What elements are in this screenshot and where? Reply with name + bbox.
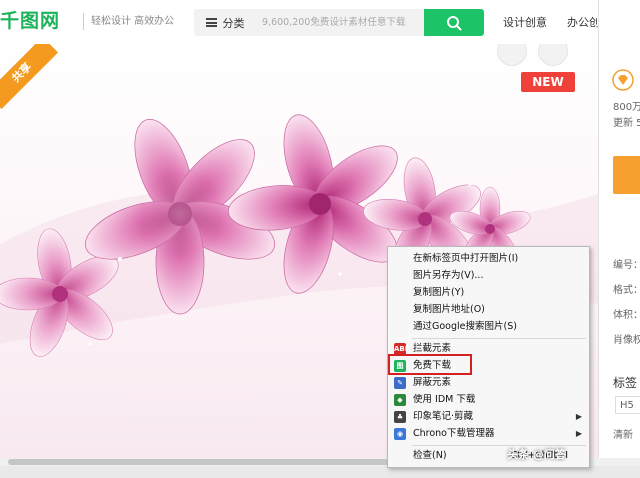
search-button[interactable] [424,9,484,36]
context-menu-item-label: 检查(N) [413,450,447,461]
field-id-label: 编号： [613,260,640,271]
context-menu-item-label: 拦截元素 [413,343,452,354]
category-menu-button[interactable]: 分类 [194,9,256,36]
context-menu-item-label: 通过Google搜索图片(S) [413,321,517,332]
site-logo[interactable]: 千图网 [0,8,60,34]
context-menu-item-label: 印象笔记·剪藏 [413,411,474,422]
context-menu-item-label: 在新标签页中打开图片(I) [413,253,519,264]
vip-diamond-icon [612,69,634,91]
context-menu-item-label: 图片另存为(V)... [413,270,484,281]
context-menu-item[interactable]: ◉ Chrono下载管理器 ▶ [389,426,588,442]
context-menu-item-label: 复制图片(Y) [413,287,465,298]
context-menu-item[interactable]: 复制图片(Y) [389,285,588,301]
context-menu-item[interactable]: 通过Google搜索图片(S) [389,319,588,335]
context-menu-item-label: 复制图片地址(O) [413,304,485,315]
context-menu-item[interactable]: ◆ 使用 IDM 下载 [389,392,588,408]
context-menu-item[interactable]: 在新标签页中打开图片(I) [389,251,588,267]
menu-separator [412,338,586,339]
submenu-arrow-icon: ▶ [575,412,582,421]
context-menu-item[interactable]: 图片另存为(V)... [389,268,588,284]
search-input[interactable] [256,9,424,36]
highlight-annotation [388,354,472,375]
sidebar-stat-count: 800万 [613,102,640,113]
tag-link[interactable]: 清新 [613,426,633,441]
field-format-label: 格式： [613,285,640,296]
tags-title: 标签 [613,376,638,390]
tag-chip[interactable]: H5 [615,396,640,414]
context-menu-item-label: 使用 IDM 下载 [413,394,476,405]
context-menu-item[interactable]: ♣ 印象笔记·剪藏 ▶ [389,409,588,425]
context-menu-item-label: Chrono下载管理器 [413,428,495,439]
chrono-icon: ◉ [394,428,406,440]
field-portrait-label: 肖像权 [613,335,640,346]
detail-sidebar: 800万 更新 5 编号： 格式： 体积： 肖像权 标签 H5 清新 [598,0,640,478]
search-icon [447,15,462,30]
site-slogan: 轻松设计 高效办公 [91,16,175,27]
nav-link-design[interactable]: 设计创意 [503,14,547,30]
feather-icon: ✎ [394,377,406,389]
evernote-icon: ♣ [394,411,406,423]
category-label: 分类 [222,16,245,30]
hamburger-menu-icon [205,18,217,27]
context-menu-item-label: 屏蔽元素 [413,377,452,388]
site-header: 千图网 轻松设计 高效办公 分类 设计创意 办公创意 [0,0,640,45]
idm-icon: ◆ [394,394,406,406]
field-size-label: 体积： [613,310,640,321]
submenu-arrow-icon: ▶ [575,429,582,438]
logo-divider [83,13,84,30]
context-menu-item[interactable]: 复制图片地址(O) [389,302,588,318]
context-menu-item[interactable]: ✎ 屏蔽元素 [389,375,588,391]
download-button[interactable] [613,156,640,194]
watermark-text: 头条 @问答 [507,448,566,461]
new-badge: NEW [521,72,575,92]
sidebar-stat-update: 更新 5 [613,118,640,129]
